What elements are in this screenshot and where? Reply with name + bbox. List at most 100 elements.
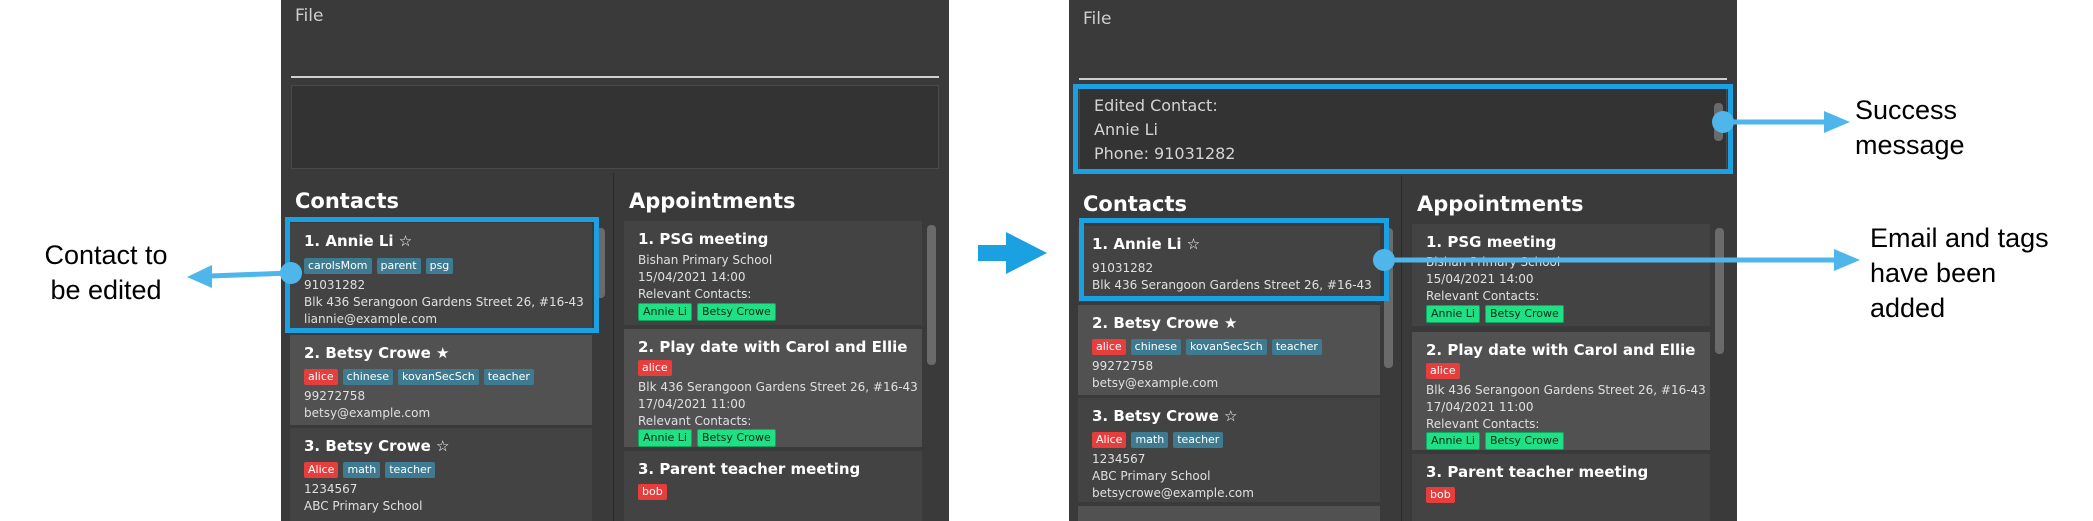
appointment-tags: bob xyxy=(638,484,667,500)
relevant-contacts: Annie Li Betsy Crowe xyxy=(638,303,776,321)
appointment-title: 2. Play date with Carol and Ellie xyxy=(638,338,908,356)
contact-tag: Betsy Crowe xyxy=(1484,432,1564,450)
relevant-contacts-label: Relevant Contacts: xyxy=(638,414,752,428)
tag: teacher xyxy=(1173,432,1224,448)
highlight-success-message xyxy=(1073,84,1733,174)
contact-phone: 1234567 xyxy=(1092,452,1146,466)
contact-phone: 1234567 xyxy=(304,482,358,496)
annotation-contact-to-be-edited: Contact to be edited xyxy=(36,238,176,308)
appointments-scrollbar[interactable] xyxy=(1715,228,1724,354)
highlight-contact-to-edit xyxy=(285,217,599,333)
relevant-contacts-label: Relevant Contacts: xyxy=(1426,289,1540,303)
result-display xyxy=(291,85,939,169)
contact-name: 2. Betsy Crowe ★ xyxy=(304,344,450,362)
contact-email: betsy@example.com xyxy=(1092,376,1219,390)
annotation-line: Email and tags xyxy=(1870,223,2049,253)
appointment-title: 2. Play date with Carol and Ellie xyxy=(1426,341,1696,359)
contact-tag: Betsy Crowe xyxy=(1484,305,1564,323)
annotation-line: Success xyxy=(1855,95,1958,125)
contact-phone: 99272758 xyxy=(304,389,366,403)
annotation-line: message xyxy=(1855,130,1965,160)
contacts-title: Contacts xyxy=(295,189,399,213)
appointment-datetime: 17/04/2021 11:00 xyxy=(638,397,746,411)
contact-email: betsycrowe@example.com xyxy=(1092,486,1254,500)
appointments-title: Appointments xyxy=(1417,192,1584,216)
highlight-edited-contact xyxy=(1079,218,1389,301)
contact-card[interactable]: 3. Betsy Crowe ☆ Alice math teacher 1234… xyxy=(1078,398,1380,502)
appointment-location: Bishan Primary School xyxy=(638,253,773,267)
appointment-card[interactable]: 1. PSG meeting Bishan Primary School 15/… xyxy=(1412,224,1710,326)
tag: teacher xyxy=(483,369,534,385)
annotation-line: be edited xyxy=(50,275,162,305)
tag: teacher xyxy=(385,462,436,478)
contact-email: betsy@example.com xyxy=(304,406,431,420)
appointment-datetime: 15/04/2021 14:00 xyxy=(1426,272,1534,286)
annotation-line: have been xyxy=(1870,258,1997,288)
appointment-card[interactable]: 2. Play date with Carol and Ellie alice … xyxy=(624,329,922,447)
tag: Alice xyxy=(1092,432,1127,448)
appointment-title: 1. PSG meeting xyxy=(1426,233,1557,251)
appointment-card[interactable]: 3. Parent teacher meeting bob xyxy=(1412,454,1710,521)
appointment-datetime: 17/04/2021 11:00 xyxy=(1426,400,1534,414)
contact-card[interactable] xyxy=(1078,506,1380,521)
contact-tags: alice chinese kovanSecSch teacher xyxy=(1092,339,1322,355)
annotation-success-message: Success message xyxy=(1855,93,1965,163)
tag: chinese xyxy=(1130,339,1181,355)
appointment-title: 1. PSG meeting xyxy=(638,230,769,248)
tag: bob xyxy=(1426,487,1455,503)
tag: math xyxy=(1131,432,1169,448)
contact-address: ABC Primary School xyxy=(304,499,423,513)
contacts-title: Contacts xyxy=(1083,192,1187,216)
appointment-card[interactable]: 2. Play date with Carol and Ellie alice … xyxy=(1412,332,1710,450)
appointment-tags: alice xyxy=(1426,363,1460,379)
appointment-card[interactable]: 1. PSG meeting Bishan Primary School 15/… xyxy=(624,221,922,325)
appointment-location: Blk 436 Serangoon Gardens Street 26, #16… xyxy=(1426,383,1706,397)
relevant-contacts: Annie Li Betsy Crowe xyxy=(1426,305,1564,323)
annotation-line: added xyxy=(1870,293,1946,323)
command-input[interactable] xyxy=(1079,38,1727,80)
contact-tags: Alice math teacher xyxy=(304,462,436,478)
tag: math xyxy=(343,462,381,478)
tag: teacher xyxy=(1271,339,1322,355)
appointment-title: 3. Parent teacher meeting xyxy=(1426,463,1649,481)
contact-tag: Annie Li xyxy=(1426,432,1480,450)
contact-tag: Betsy Crowe xyxy=(696,303,776,321)
contact-address: ABC Primary School xyxy=(1092,469,1211,483)
contact-tag: Annie Li xyxy=(1426,305,1480,323)
tag: kovanSecSch xyxy=(1186,339,1267,355)
contact-card[interactable]: 2. Betsy Crowe ★ alice chinese kovanSecS… xyxy=(1078,305,1380,395)
tag: alice xyxy=(304,369,338,385)
contact-name: 3. Betsy Crowe ☆ xyxy=(304,437,450,455)
contact-card[interactable]: 2. Betsy Crowe ★ alice chinese kovanSecS… xyxy=(290,335,592,425)
file-menu[interactable]: File xyxy=(295,6,323,26)
appointments-panel: Appointments 1. PSG meeting Bishan Prima… xyxy=(615,173,949,521)
menu-bar: File xyxy=(281,0,949,32)
file-menu[interactable]: File xyxy=(1083,9,1111,29)
appointment-title: 3. Parent teacher meeting xyxy=(638,460,861,478)
command-input[interactable] xyxy=(291,36,939,78)
relevant-contacts: Annie Li Betsy Crowe xyxy=(638,429,776,447)
tag: bob xyxy=(638,484,667,500)
contact-card[interactable]: 3. Betsy Crowe ☆ Alice math teacher 1234… xyxy=(290,428,592,521)
appointments-scrollbar[interactable] xyxy=(927,225,936,365)
contact-tag: Annie Li xyxy=(638,429,692,447)
tag: alice xyxy=(638,360,672,376)
app-window-after: File Edited Contact: Annie Li Phone: 910… xyxy=(1069,0,1737,521)
annotation-email-tags-added: Email and tags have been added xyxy=(1870,221,2049,326)
tag: chinese xyxy=(342,369,393,385)
appointments-title: Appointments xyxy=(629,189,796,213)
relevant-contacts-label: Relevant Contacts: xyxy=(638,287,752,301)
app-window-before: File Contacts 1. Annie Li ☆ carolsMom pa… xyxy=(281,0,949,521)
appointment-location: Bishan Primary School xyxy=(1426,255,1561,269)
appointment-datetime: 15/04/2021 14:00 xyxy=(638,270,746,284)
annotation-line: Contact to xyxy=(44,240,168,270)
appointment-location: Blk 436 Serangoon Gardens Street 26, #16… xyxy=(638,380,918,394)
relevant-contacts: Annie Li Betsy Crowe xyxy=(1426,432,1564,450)
contact-name: 3. Betsy Crowe ☆ xyxy=(1092,407,1238,425)
contact-phone: 99272758 xyxy=(1092,359,1154,373)
contact-tags: alice chinese kovanSecSch teacher xyxy=(304,369,534,385)
relevant-contacts-label: Relevant Contacts: xyxy=(1426,417,1540,431)
contact-tag: Betsy Crowe xyxy=(696,429,776,447)
appointment-card[interactable]: 3. Parent teacher meeting bob xyxy=(624,451,922,521)
contact-tag: Annie Li xyxy=(638,303,692,321)
